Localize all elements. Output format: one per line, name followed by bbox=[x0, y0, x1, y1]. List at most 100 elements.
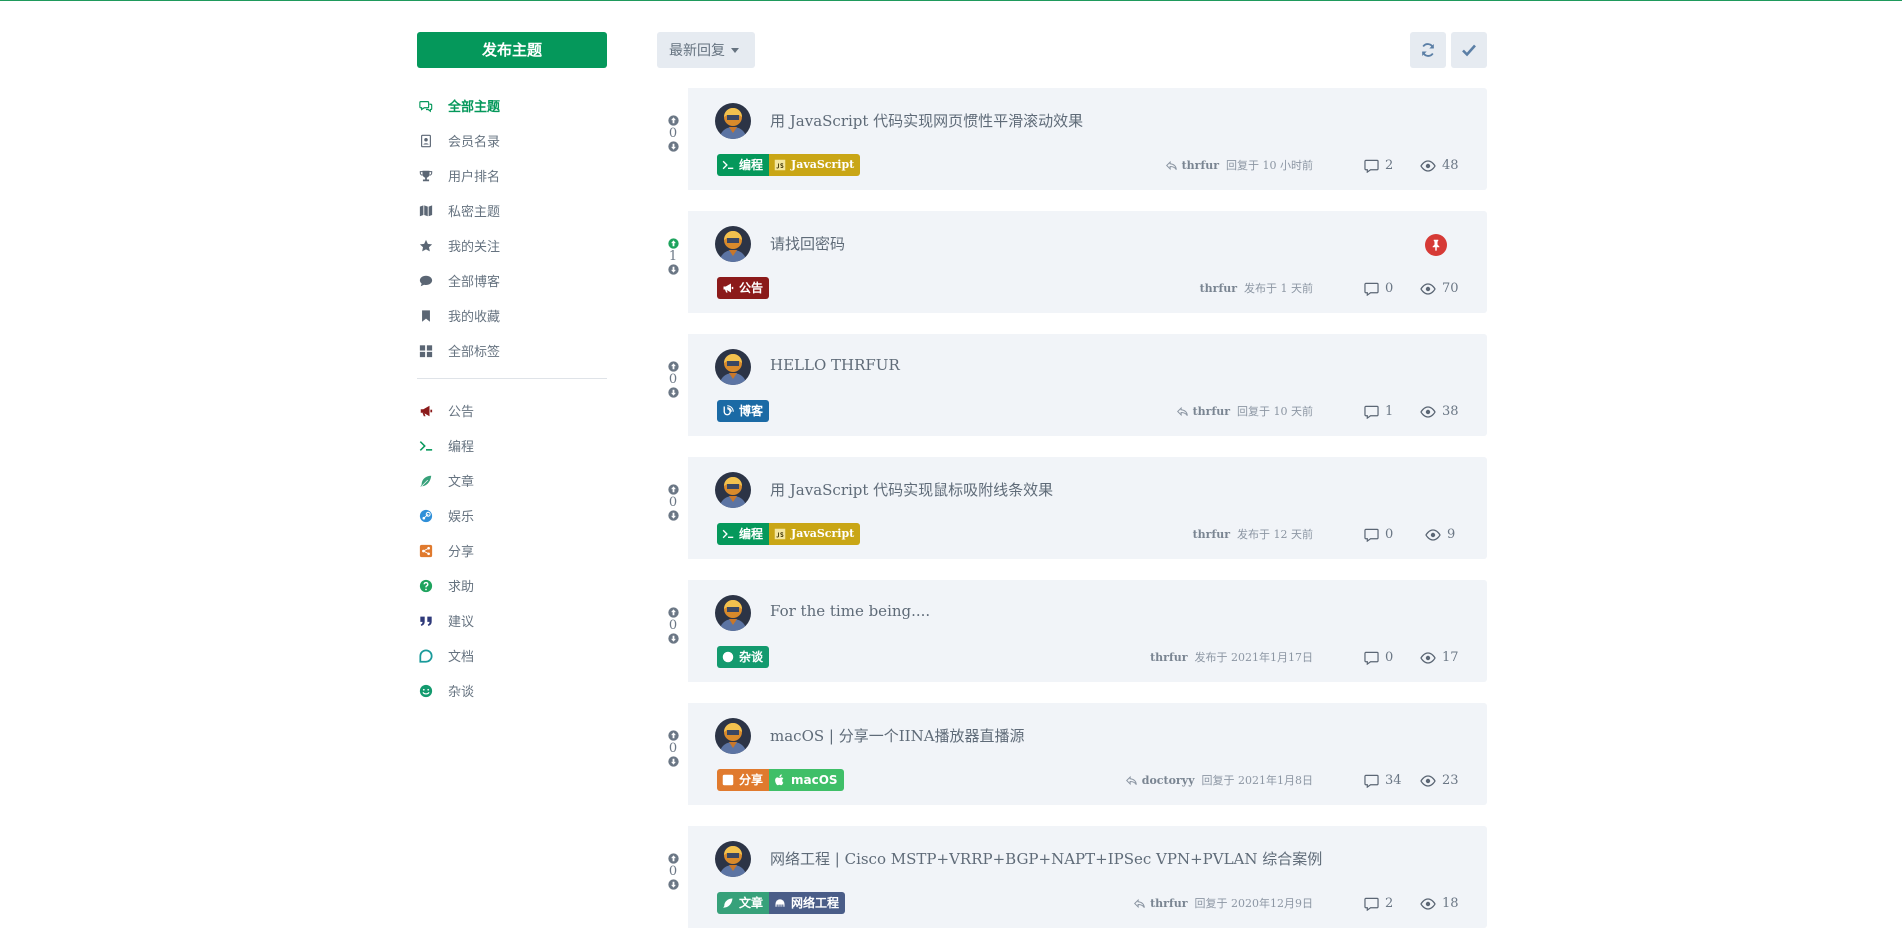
username[interactable]: thrfur bbox=[1193, 405, 1230, 418]
tag-label[interactable]: macOS bbox=[769, 769, 844, 791]
downvote-icon[interactable] bbox=[667, 510, 679, 521]
downvote-icon[interactable] bbox=[667, 756, 679, 767]
username[interactable]: doctoryy bbox=[1142, 774, 1195, 787]
sidebar-item[interactable]: 会员名录 bbox=[417, 123, 607, 158]
tag-text: 分享 bbox=[739, 773, 764, 787]
steam-icon bbox=[418, 508, 434, 524]
comment-count-value: 2 bbox=[1385, 158, 1394, 173]
sidebar-item[interactable]: 全部博客 bbox=[417, 263, 607, 298]
view-count-value: 18 bbox=[1442, 896, 1459, 911]
vote-count: 0 bbox=[668, 864, 678, 879]
view-count-value: 70 bbox=[1442, 281, 1459, 296]
sidebar-item[interactable]: 我的收藏 bbox=[417, 298, 607, 333]
mark-all-read-button[interactable] bbox=[1451, 32, 1487, 68]
avatar[interactable] bbox=[715, 595, 751, 631]
upvote-icon[interactable] bbox=[667, 115, 679, 126]
tag-label[interactable]: 网络工程 bbox=[769, 892, 846, 914]
tag-label[interactable]: 编程 bbox=[717, 523, 770, 545]
sidebar-item[interactable]: 杂谈 bbox=[417, 673, 607, 708]
sidebar-item[interactable]: 私密主题 bbox=[417, 193, 607, 228]
tag-label[interactable]: 分享 bbox=[717, 769, 770, 791]
tag-text: JavaScript bbox=[791, 527, 855, 540]
refresh-button[interactable] bbox=[1410, 32, 1446, 68]
caret-down-icon bbox=[731, 47, 739, 53]
sidebar-item[interactable]: 娱乐 bbox=[417, 498, 607, 533]
avatar[interactable] bbox=[715, 841, 751, 877]
sidebar-item-label: 求助 bbox=[448, 580, 475, 595]
comment-count: 2 bbox=[1364, 158, 1393, 173]
smile-icon bbox=[722, 651, 734, 663]
sidebar-item-label: 文章 bbox=[448, 475, 475, 490]
discussion-row[interactable]: 0 macOS | 分享一个IINA播放器直播源 分享 macOS doctoryy 回… bbox=[657, 703, 1487, 805]
downvote-icon[interactable] bbox=[667, 879, 679, 890]
sidebar-item-label: 分享 bbox=[448, 545, 475, 560]
upvote-icon[interactable] bbox=[667, 607, 679, 618]
discussion-title[interactable]: 请找回密码 bbox=[770, 233, 845, 254]
discussion-title[interactable]: HELLO THRFUR bbox=[770, 356, 900, 374]
upvote-icon[interactable] bbox=[667, 853, 679, 864]
username[interactable]: thrfur bbox=[1150, 651, 1187, 664]
sidebar-item[interactable]: 求助 bbox=[417, 568, 607, 603]
discussion-row[interactable]: 0 网络工程 | Cisco MSTP+VRRP+BGP+NAPT+IPSec … bbox=[657, 826, 1487, 928]
last-activity: 发布于 1 天前 bbox=[1244, 282, 1313, 295]
sidebar-item[interactable]: 文档 bbox=[417, 638, 607, 673]
chat-icon bbox=[418, 648, 434, 664]
sidebar-item[interactable]: 文章 bbox=[417, 463, 607, 498]
discussion-row[interactable]: 1 请找回密码 公告 thrfur 发布于 1 天前 0 70 bbox=[657, 211, 1487, 313]
eye-icon bbox=[1425, 528, 1441, 541]
tag-label[interactable]: JavaScript bbox=[769, 523, 861, 545]
discussion-title[interactable]: 用 JavaScript 代码实现鼠标吸附线条效果 bbox=[770, 479, 1053, 500]
discussion-title[interactable]: macOS | 分享一个IINA播放器直播源 bbox=[770, 725, 1025, 746]
sort-dropdown[interactable]: 最新回复 bbox=[657, 32, 755, 68]
downvote-icon[interactable] bbox=[667, 633, 679, 644]
tag-label[interactable]: 文章 bbox=[717, 892, 770, 914]
discussion-title[interactable]: 网络工程 | Cisco MSTP+VRRP+BGP+NAPT+IPSec VP… bbox=[770, 848, 1322, 869]
comment-count: 1 bbox=[1364, 404, 1393, 419]
sidebar-item[interactable]: 编程 bbox=[417, 428, 607, 463]
avatar[interactable] bbox=[715, 103, 751, 139]
discussion-title[interactable]: For the time being.... bbox=[770, 602, 930, 620]
downvote-icon[interactable] bbox=[667, 264, 679, 275]
discussion-row[interactable]: 0 HELLO THRFUR 博客 thrfur 回复于 10 天前 1 38 bbox=[657, 334, 1487, 436]
downvote-icon[interactable] bbox=[667, 141, 679, 152]
vote-count: 0 bbox=[668, 495, 678, 510]
downvote-icon[interactable] bbox=[667, 387, 679, 398]
view-count-value: 9 bbox=[1447, 527, 1456, 542]
upvote-icon[interactable] bbox=[667, 361, 679, 372]
comment-count: 2 bbox=[1364, 896, 1393, 911]
sort-dropdown-label: 最新回复 bbox=[669, 43, 725, 59]
discussion-row[interactable]: 0 用 JavaScript 代码实现鼠标吸附线条效果编程 JavaScript t… bbox=[657, 457, 1487, 559]
sidebar-item[interactable]: 全部标签 bbox=[417, 333, 607, 368]
tag-label[interactable]: 博客 bbox=[717, 400, 770, 422]
avatar[interactable] bbox=[715, 349, 751, 385]
avatar[interactable] bbox=[715, 718, 751, 754]
avatar[interactable] bbox=[715, 226, 751, 262]
sidebar-item-label: 我的关注 bbox=[448, 240, 501, 255]
discussion-title[interactable]: 用 JavaScript 代码实现网页惯性平滑滚动效果 bbox=[770, 110, 1083, 131]
sidebar-item[interactable]: 全部主题 bbox=[417, 88, 607, 123]
username[interactable]: thrfur bbox=[1200, 282, 1237, 295]
new-topic-button[interactable]: 发布主题 bbox=[417, 32, 607, 68]
sidebar-item[interactable]: 我的关注 bbox=[417, 228, 607, 263]
comment-count-value: 0 bbox=[1385, 281, 1394, 296]
username[interactable]: thrfur bbox=[1150, 897, 1187, 910]
tag-label[interactable]: JavaScript bbox=[769, 154, 861, 176]
tag-label[interactable]: 编程 bbox=[717, 154, 770, 176]
sidebar-item[interactable]: 分享 bbox=[417, 533, 607, 568]
username[interactable]: thrfur bbox=[1193, 528, 1230, 541]
upvote-icon[interactable] bbox=[667, 484, 679, 495]
tag-label[interactable]: 杂谈 bbox=[717, 646, 770, 668]
vote-column: 0 bbox=[657, 457, 688, 559]
sidebar-item[interactable]: 建议 bbox=[417, 603, 607, 638]
discussion-row[interactable]: 0 For the time being.... 杂谈 thrfur 发布于 2021… bbox=[657, 580, 1487, 682]
sidebar-item-label: 全部主题 bbox=[448, 100, 501, 115]
sidebar-item[interactable]: 用户排名 bbox=[417, 158, 607, 193]
username[interactable]: thrfur bbox=[1182, 159, 1219, 172]
upvote-icon[interactable] bbox=[667, 238, 679, 249]
sidebar-item[interactable]: 公告 bbox=[417, 393, 607, 428]
tag-label[interactable]: 公告 bbox=[717, 277, 770, 299]
upvote-icon[interactable] bbox=[667, 730, 679, 741]
avatar[interactable] bbox=[715, 472, 751, 508]
discussion-row[interactable]: 0 用 JavaScript 代码实现网页惯性平滑滚动效果 编程 JavaScrip… bbox=[657, 88, 1487, 190]
tag-group: 博客 bbox=[717, 400, 770, 422]
